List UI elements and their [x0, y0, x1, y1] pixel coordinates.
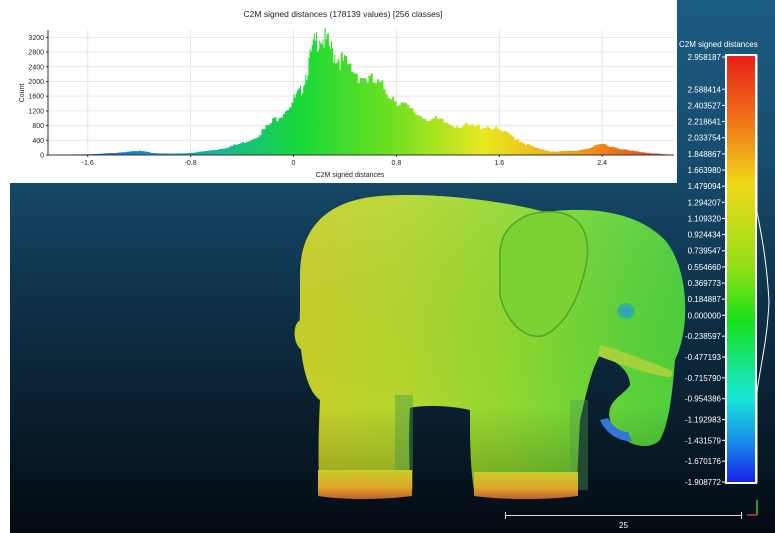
color-scale-tick-label: -1.908772 [685, 478, 722, 487]
y-tick-label: 1200 [28, 108, 44, 115]
color-scale-tick-label: 2.403527 [688, 101, 722, 110]
x-axis-ticks: -1.6 -0.8 0 0.8 1.6 2.4 [82, 155, 607, 167]
y-axis-ticks: 0 400 800 1200 1600 2000 2400 2800 3200 [28, 35, 48, 160]
histogram-title: C2M signed distances (178139 values) [25… [244, 9, 443, 19]
color-scale-tick-label: 1.848867 [688, 150, 722, 159]
color-scale-tick-label: 2.218641 [688, 118, 722, 127]
y-axis-label: Count [19, 84, 26, 103]
color-scale-tick-label: 1.479094 [688, 182, 722, 191]
color-scale-panel: C2M signed distances 2.958187 2.588414 2.4… [675, 12, 775, 492]
color-scale-tick-label: 0.924434 [688, 231, 722, 240]
histogram-bars [55, 27, 667, 155]
x-tick-label: 1.6 [494, 160, 504, 167]
color-scale-tick-label: -0.477193 [685, 353, 722, 362]
x-tick-label: 2.4 [597, 160, 607, 167]
y-tick-label: 2400 [28, 64, 44, 71]
histogram-chart: C2M signed distances (178139 values) [25… [19, 9, 674, 179]
axis-gizmo-icon[interactable] [745, 497, 767, 519]
elephant-foot-1 [318, 470, 412, 499]
x-axis-label: C2M signed distances [316, 172, 385, 179]
y-tick-label: 800 [32, 123, 44, 130]
color-scale-tick-label: -1.192983 [685, 415, 722, 424]
color-scale-tick-label: 0.369773 [688, 279, 722, 288]
y-tick-label: 3200 [28, 35, 44, 42]
y-tick-label: 0 [40, 153, 44, 160]
color-scale-tick-label: 0.000000 [688, 311, 722, 320]
y-tick-label: 2800 [28, 50, 44, 57]
color-scale-tick-label: -1.431579 [685, 436, 722, 445]
color-scale-title: C2M signed distances [679, 40, 758, 49]
color-scale: C2M signed distances 2.958187 2.588414 2.4… [679, 40, 770, 487]
color-scale-tick-label: 0.184887 [688, 295, 722, 304]
color-scale-tick-label: 2.588414 [688, 85, 722, 94]
color-scale-tick-label: -1.670176 [685, 457, 722, 466]
color-scale-tick-label: 0.554660 [688, 263, 722, 272]
color-scale-tick-label: 1.294207 [688, 198, 722, 207]
y-tick-label: 1600 [28, 94, 44, 101]
y-tick-label: 400 [32, 138, 44, 145]
color-scale-histogram-outline [756, 55, 770, 483]
x-tick-label: -1.6 [82, 160, 94, 167]
color-scale-ticks: 2.958187 2.588414 2.403527 2.218641 2.033754… [685, 53, 726, 487]
scale-bar: 25 [505, 511, 742, 531]
color-scale-bar [725, 54, 757, 484]
color-scale-tick-label: 1.109320 [688, 214, 722, 223]
color-scale-tick-label: -0.954386 [685, 395, 722, 404]
color-scale-tick-label: 1.663980 [688, 166, 722, 175]
color-scale-tick-label: -0.715790 [685, 374, 722, 383]
color-scale-tick-label: 0.739547 [688, 247, 722, 256]
x-tick-label: -0.8 [185, 160, 197, 167]
scale-bar-label: 25 [619, 521, 628, 530]
color-scale-tick-label: -0.238597 [685, 332, 722, 341]
x-tick-label: 0.8 [392, 160, 402, 167]
histogram-panel: C2M signed distances (178139 values) [25… [10, 0, 677, 183]
y-tick-label: 2000 [28, 79, 44, 86]
color-scale-tick-label: 2.033754 [688, 134, 722, 143]
color-scale-tick-label: 2.958187 [688, 53, 722, 62]
elephant-eye [617, 303, 635, 319]
elephant-foot-2 [474, 472, 578, 499]
x-tick-label: 0 [292, 160, 296, 167]
